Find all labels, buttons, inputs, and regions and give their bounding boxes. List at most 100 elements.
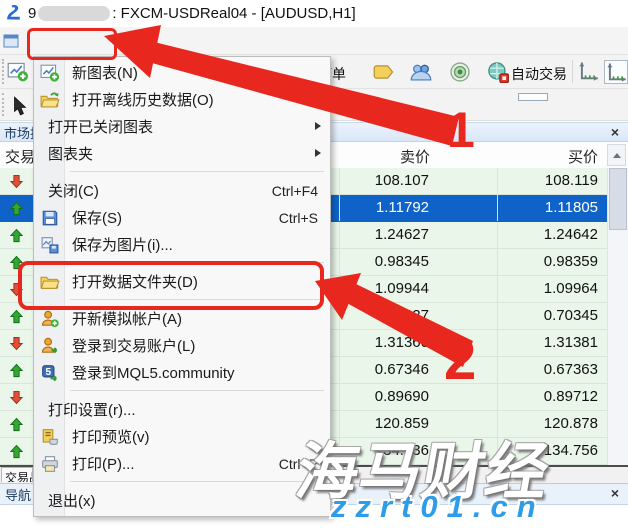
menu-separator	[34, 167, 330, 177]
menu-item-label: 打开离线历史数据(O)	[72, 89, 214, 110]
menu-item-icon	[40, 209, 60, 227]
scrollbar[interactable]	[607, 168, 628, 465]
account-number-prefix: 9	[28, 5, 36, 22]
menu-item-icon	[40, 91, 60, 109]
submenu-arrow-icon	[315, 149, 321, 157]
tab-symbols[interactable]: 交易品种	[1, 467, 33, 482]
navigator-title: 导航	[5, 485, 31, 504]
menu-item-label: 开新模拟帐户(A)	[72, 308, 182, 329]
toolbar-separator	[572, 60, 573, 83]
price-direction-icon	[0, 330, 34, 356]
file-menu-item[interactable]: 打印预览(v)	[34, 423, 330, 450]
menu-separator	[34, 386, 330, 396]
bar-chart-mode-icon[interactable]	[577, 60, 601, 84]
timeframe-button[interactable]	[378, 93, 408, 101]
buy-price: 0.67363	[498, 357, 607, 383]
mt4-logo-icon	[4, 5, 22, 23]
file-menu-item[interactable]: 打开离线历史数据(O)	[34, 86, 330, 113]
file-menu-item[interactable]: 关闭(C) Ctrl+F4	[34, 177, 330, 204]
menu-separator	[34, 477, 330, 487]
community-icon[interactable]	[410, 61, 432, 83]
menu-item-label: 登录到交易账户(L)	[72, 335, 195, 356]
toolbar-separator	[364, 94, 365, 115]
window-title: : FXCM-USDReal04 - [AUDUSD,H1]	[112, 5, 355, 22]
file-menu-item[interactable]: 新图表(N)	[34, 59, 330, 86]
menu-item-icon	[40, 310, 60, 328]
dropdown-caret-icon[interactable]	[339, 101, 349, 107]
file-menu-item[interactable]: 登录到MQL5.community	[34, 359, 330, 386]
cursor-tool-icon[interactable]	[9, 95, 31, 117]
sell-price: 1.24627	[340, 222, 498, 248]
file-menu-item[interactable]: 保存(S) Ctrl+S	[34, 204, 330, 231]
menubar-item[interactable]	[234, 38, 254, 44]
app-window: 9 : FXCM-USDReal04 - [AUDUSD,H1] 订单 自动交易…	[0, 0, 628, 528]
scroll-up-icon[interactable]	[607, 144, 626, 166]
new-chart-icon[interactable]	[7, 61, 29, 83]
menu-item-icon	[40, 455, 60, 473]
price-direction-icon	[0, 384, 34, 410]
menubar-item[interactable]	[168, 38, 188, 44]
price-direction-icon	[0, 168, 34, 194]
menu-item-label: 关闭(C)	[48, 180, 99, 201]
menu-item-icon	[40, 337, 60, 355]
autotrade-icon[interactable]	[487, 61, 509, 83]
annotation-step-2: 2	[444, 326, 476, 393]
candle-chart-mode-icon[interactable]	[604, 60, 628, 84]
menu-item-label: 打印预览(v)	[72, 426, 150, 447]
price-direction-icon	[0, 195, 34, 221]
buy-price: 1.24642	[498, 222, 607, 248]
sell-price: 0.98345	[340, 249, 498, 275]
title-bar: 9 : FXCM-USDReal04 - [AUDUSD,H1]	[0, 0, 628, 27]
scrollbar-thumb[interactable]	[609, 168, 627, 230]
broadcast-icon[interactable]	[449, 61, 471, 83]
buy-price: 1.11805	[498, 195, 607, 221]
annotation-step-1: 1	[447, 101, 475, 159]
timeframe-button[interactable]	[518, 93, 548, 101]
menubar-item[interactable]	[135, 38, 155, 44]
timeframe-buttons	[378, 93, 628, 101]
column-buy[interactable]: 买价	[498, 146, 607, 167]
file-menu-item[interactable]: 图表夹	[34, 140, 330, 167]
file-menu-item[interactable]: 退出(x)	[34, 487, 330, 514]
menu-item-label: 保存为图片(i)...	[72, 234, 173, 255]
annotation-box-file-menu	[27, 28, 117, 60]
timeframe-button[interactable]	[448, 93, 478, 101]
menu-item-label: 打印(P)...	[72, 453, 135, 474]
autotrade-label[interactable]: 自动交易	[511, 64, 567, 84]
file-menu-item[interactable]: 登录到交易账户(L)	[34, 332, 330, 359]
file-menu-item[interactable]: 打印设置(r)...	[34, 396, 330, 423]
buy-price: 0.98359	[498, 249, 607, 275]
file-menu-item[interactable]: 打开已关闭图表	[34, 113, 330, 140]
file-menu-item[interactable]: 保存为图片(i)...	[34, 231, 330, 258]
buy-price: 1.09964	[498, 276, 607, 302]
price-direction-icon	[0, 222, 34, 248]
order-tag-icon[interactable]	[373, 61, 395, 83]
menu-item-icon	[40, 236, 60, 254]
menu-item-shortcut: Ctrl+F4	[272, 183, 318, 199]
price-direction-icon	[0, 411, 34, 437]
menu-item-label: 图表夹	[48, 143, 93, 164]
timeframe-button[interactable]	[413, 93, 443, 101]
submenu-arrow-icon	[315, 122, 321, 130]
close-icon[interactable]: ×	[607, 485, 623, 501]
price-direction-icon	[0, 357, 34, 383]
menu-item-icon	[40, 428, 60, 446]
buy-price: 0.70345	[498, 303, 607, 329]
menu-item-shortcut: Ctrl+S	[279, 210, 318, 226]
timeframe-button[interactable]	[623, 93, 628, 101]
close-icon[interactable]: ×	[607, 124, 623, 140]
timeframe-button[interactable]	[483, 93, 513, 101]
buy-price: 1.31381	[498, 330, 607, 356]
menu-item-label: 打印设置(r)...	[48, 399, 136, 420]
timeframe-button[interactable]	[588, 93, 618, 101]
toolbar-grip[interactable]	[2, 93, 7, 116]
timeframe-button[interactable]	[553, 93, 583, 101]
price-direction-icon	[0, 438, 34, 464]
menu-item-label: 打开已关闭图表	[48, 116, 153, 137]
menu-item-label: 退出(x)	[48, 490, 96, 511]
buy-price: 108.119	[498, 168, 607, 194]
menu-item-label: 新图表(N)	[72, 62, 138, 83]
buy-price: 0.89712	[498, 384, 607, 410]
menubar-item[interactable]	[201, 38, 221, 44]
file-menu-item[interactable]: 打印(P)... Ctrl+P	[34, 450, 330, 477]
